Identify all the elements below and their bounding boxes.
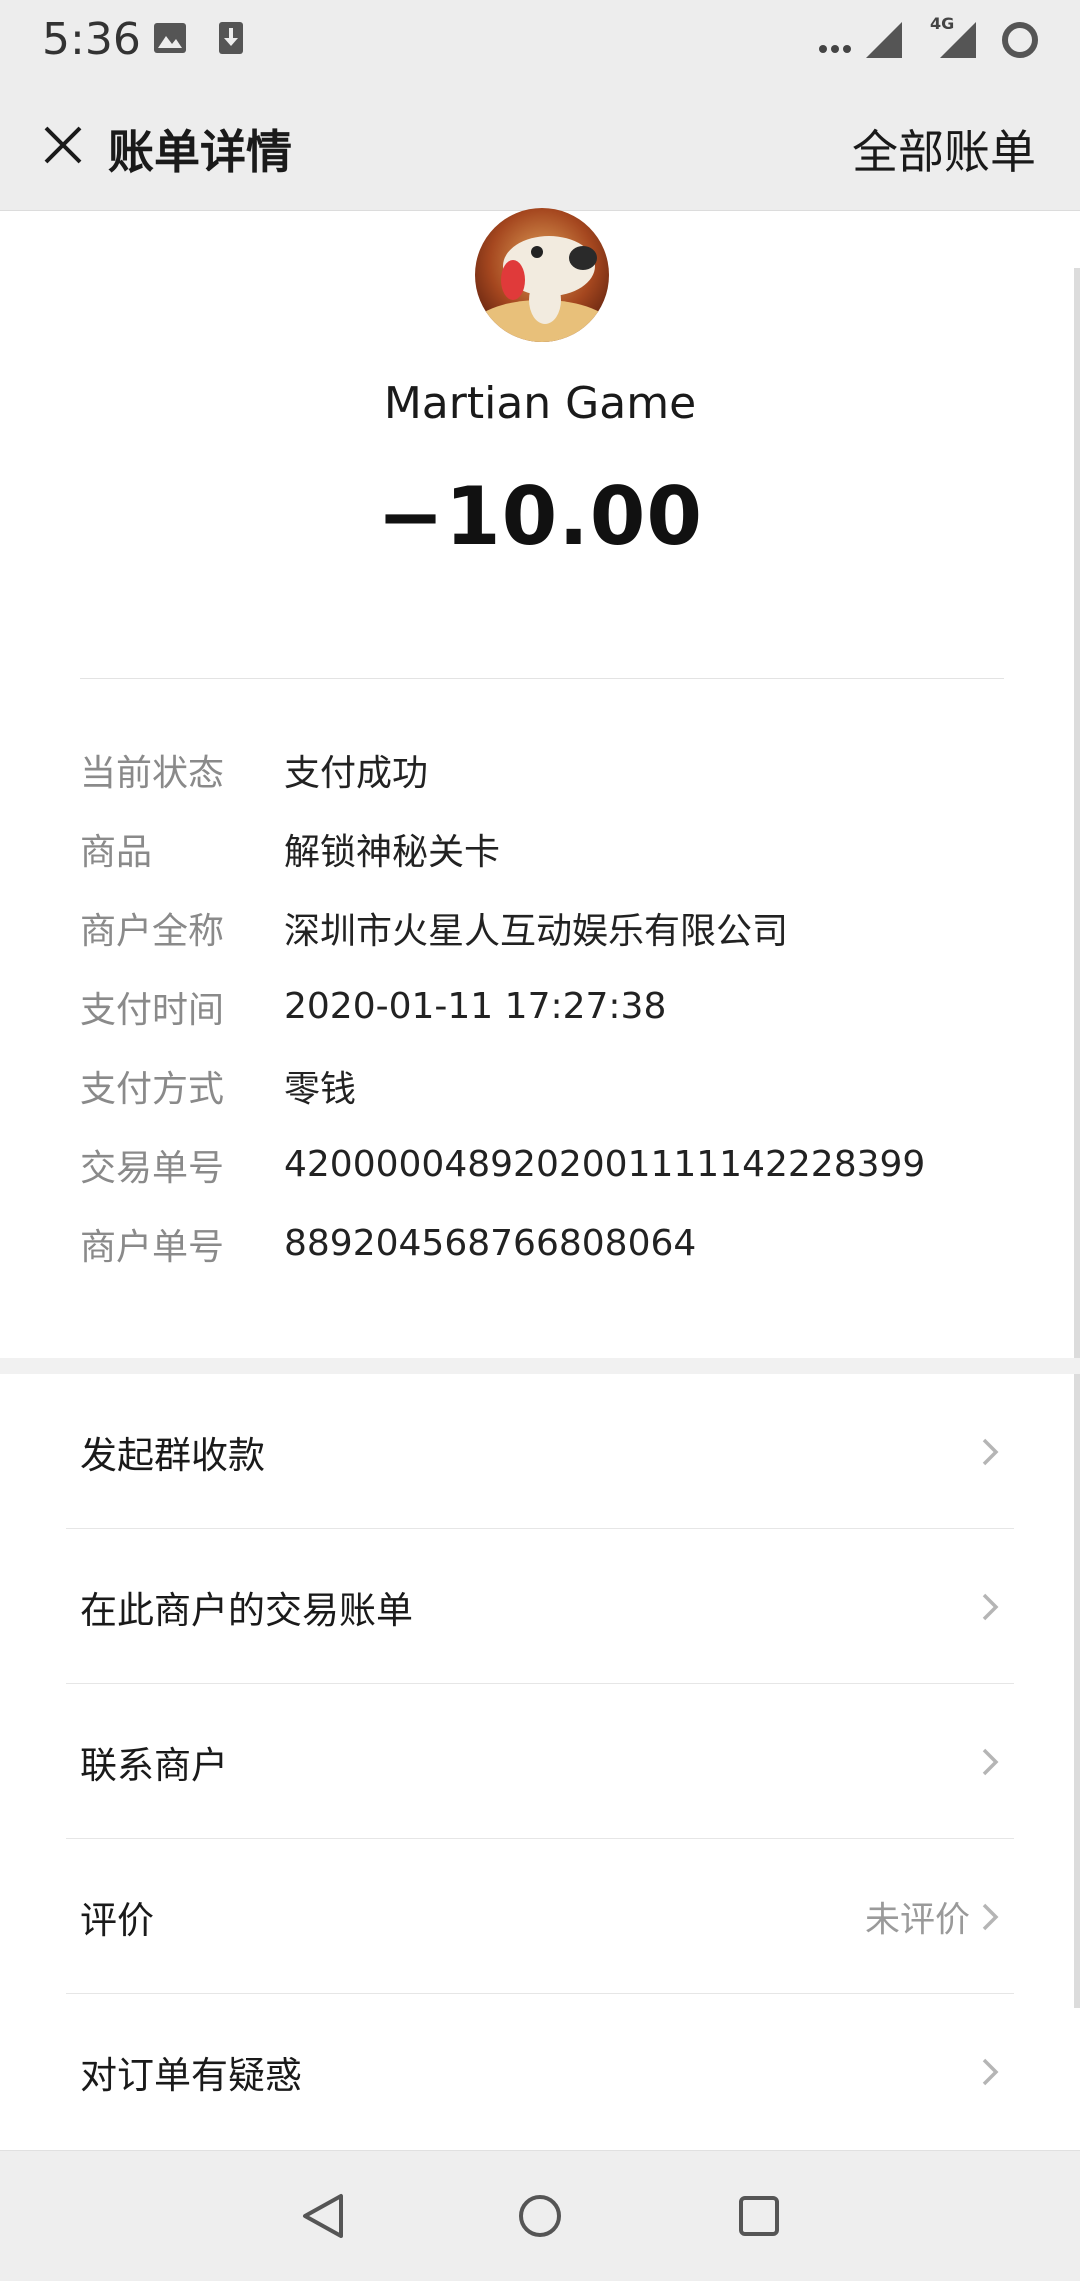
recents-square-icon [739,2196,779,2236]
merchant-bills-item[interactable]: 在此商户的交易账单 [0,1529,1080,1684]
recents-button[interactable] [724,2181,794,2251]
detail-row-status: 当前状态 支付成功 [80,730,1000,809]
chevron-right-icon [982,2058,999,2085]
detail-value: 889204568766808064 [284,1223,697,1264]
status-bar: 5:36 4G [0,0,1080,80]
rating-status: 未评价 [864,1900,970,1940]
action-list: 发起群收款 在此商户的交易账单 联系商户 评价 未评价 对订单有疑惑 [0,1374,1080,2149]
image-icon [154,23,186,53]
back-triangle-icon [303,2194,343,2238]
home-button[interactable] [505,2181,575,2251]
bill-details: 当前状态 支付成功 商品 解锁神秘关卡 商户全称 深圳市火星人互动娱乐有限公司 … [80,730,1000,1283]
chevron-right-icon [982,1748,999,1775]
chevron-right-icon [982,1438,999,1465]
group-collect-item[interactable]: 发起群收款 [0,1374,1080,1529]
order-question-item[interactable]: 对订单有疑惑 [0,1994,1080,2149]
detail-label: 支付方式 [80,1068,225,1110]
back-button[interactable] [288,2181,358,2251]
detail-label: 商户全称 [80,910,225,952]
list-item-label: 评价 [80,1898,154,1942]
detail-row-merchant-order-id: 商户单号 889204568766808064 [80,1204,1000,1283]
list-item-label: 发起群收款 [80,1433,265,1477]
divider [80,678,1004,679]
detail-label: 商品 [80,831,153,873]
detail-value: 深圳市火星人互动娱乐有限公司 [284,910,789,952]
system-navigation-bar [0,2150,1080,2281]
detail-value: 2020-01-11 17:27:38 [284,986,667,1027]
home-circle-icon [519,2195,561,2237]
download-icon [219,22,243,54]
detail-label: 支付时间 [80,989,225,1031]
signal-icon [866,22,902,58]
merchant-avatar [475,208,609,342]
detail-row-transaction-id: 交易单号 4200000489202001111142228399 [80,1125,1000,1204]
rate-item[interactable]: 评价 未评价 [0,1839,1080,1994]
detail-label: 交易单号 [80,1147,225,1189]
list-item-label: 对订单有疑惑 [80,2053,302,2097]
section-gap [0,1358,1080,1374]
signal-icon-2 [940,22,976,58]
close-button[interactable] [30,112,96,178]
merchant-name: Martian Game [383,378,697,429]
app-bar: 账单详情 全部账单 [0,80,1080,211]
all-bills-link[interactable]: 全部账单 [852,116,1036,182]
more-dots-icon [819,45,851,53]
contact-merchant-item[interactable]: 联系商户 [0,1684,1080,1839]
list-item-label: 在此商户的交易账单 [80,1588,413,1632]
page-title: 账单详情 [108,125,292,179]
status-time: 5:36 [42,14,141,65]
close-icon [44,126,82,164]
detail-row-product: 商品 解锁神秘关卡 [80,809,1000,888]
detail-row-merchant-full-name: 商户全称 深圳市火星人互动娱乐有限公司 [80,888,1000,967]
detail-label: 当前状态 [80,752,225,794]
list-item-label: 联系商户 [80,1743,228,1787]
chevron-right-icon [982,1903,999,1930]
detail-label: 商户单号 [80,1226,225,1268]
detail-row-payment-method: 支付方式 零钱 [80,1046,1000,1125]
detail-value: 解锁神秘关卡 [284,831,501,873]
battery-ring-icon [1002,22,1038,58]
detail-value: 支付成功 [284,752,429,794]
detail-value: 零钱 [284,1068,357,1110]
detail-row-payment-time: 支付时间 2020-01-11 17:27:38 [80,967,1000,1046]
detail-value: 4200000489202001111142228399 [284,1144,926,1185]
payment-amount: −10.00 [376,470,704,563]
chevron-right-icon [982,1593,999,1620]
